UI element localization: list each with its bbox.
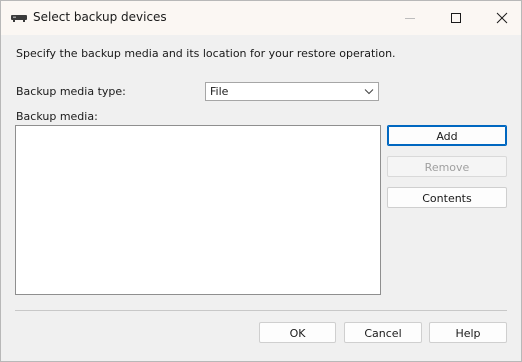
backup-media-list[interactable]	[15, 125, 381, 295]
help-button[interactable]: Help	[429, 322, 507, 343]
title-bar[interactable]: Select backup devices	[1, 1, 521, 35]
minimize-button[interactable]	[387, 1, 433, 35]
close-button[interactable]	[479, 1, 521, 35]
maximize-button[interactable]	[433, 1, 479, 35]
window-title: Select backup devices	[33, 10, 167, 24]
ok-button[interactable]: OK	[259, 322, 336, 343]
backup-media-type-select[interactable]: File	[205, 82, 379, 101]
backup-media-type-value: File	[210, 85, 229, 98]
maximize-icon	[451, 13, 461, 23]
instructions-text: Specify the backup media and its locatio…	[16, 47, 396, 60]
select-backup-devices-dialog: Select backup devices Specify the backup…	[0, 0, 522, 362]
backup-device-icon	[11, 15, 27, 22]
backup-media-label: Backup media:	[16, 110, 98, 123]
remove-button[interactable]: Remove	[387, 156, 507, 177]
chevron-down-icon	[364, 89, 374, 95]
footer-separator	[15, 310, 507, 311]
contents-button[interactable]: Contents	[387, 187, 507, 208]
minimize-icon	[405, 18, 415, 19]
cancel-button[interactable]: Cancel	[344, 322, 422, 343]
backup-media-type-label: Backup media type:	[16, 85, 126, 98]
close-icon	[496, 12, 508, 24]
add-button[interactable]: Add	[387, 125, 507, 146]
